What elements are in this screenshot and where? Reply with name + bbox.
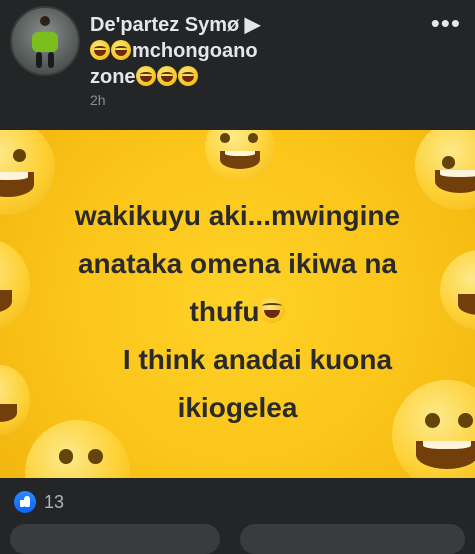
laughing-emoji-icon	[111, 40, 131, 60]
group-name-line-2[interactable]: zone	[90, 64, 420, 90]
post-timestamp[interactable]: 2h	[90, 92, 420, 108]
avatar-figure-head	[40, 16, 50, 26]
reactions-summary[interactable]: 13	[14, 487, 64, 517]
group-name-suffix[interactable]: zone	[90, 66, 136, 88]
image-text-line: anataka omena ikiwa na	[77, 248, 398, 279]
action-button[interactable]	[10, 524, 220, 554]
author-name[interactable]: De'partez Symø ▶	[90, 12, 420, 38]
laughing-emoji-icon	[259, 297, 286, 323]
like-reaction-icon	[14, 491, 36, 513]
reaction-count[interactable]: 13	[44, 492, 64, 513]
image-text-word: thufu	[189, 296, 260, 327]
image-text-line: I think anadai kuona	[122, 344, 393, 375]
post-image[interactable]: wakikuyu aki...mwingine anataka omena ik…	[0, 130, 475, 478]
group-name-line[interactable]: mchongoano	[90, 38, 420, 64]
laughing-emoji-icon	[90, 40, 110, 60]
avatar-figure-leg	[48, 52, 54, 68]
more-options-icon[interactable]: •••	[431, 10, 461, 36]
post-image-text: wakikuyu aki...mwingine anataka omena ik…	[0, 192, 475, 432]
post-header: De'partez Symø ▶ mchongoano zone 2h •••	[0, 0, 475, 130]
image-text-line: wakikuyu aki...mwingine	[74, 200, 401, 231]
avatar-figure-shirt	[32, 32, 58, 52]
image-text-line: ikiogelea	[177, 392, 298, 423]
laughing-emoji-icon	[156, 66, 177, 86]
author-info: De'partez Symø ▶ mchongoano zone 2h	[90, 12, 420, 108]
laughing-face-icon	[205, 130, 275, 182]
action-button[interactable]	[240, 524, 465, 554]
laughing-emoji-icon	[135, 66, 156, 86]
avatar-figure-leg	[36, 52, 42, 68]
author-avatar[interactable]	[10, 6, 80, 76]
action-bar	[0, 520, 475, 554]
laughing-emoji-icon	[177, 66, 198, 86]
group-name[interactable]: mchongoano	[132, 40, 258, 62]
image-text-line-3: thufu	[0, 288, 475, 336]
